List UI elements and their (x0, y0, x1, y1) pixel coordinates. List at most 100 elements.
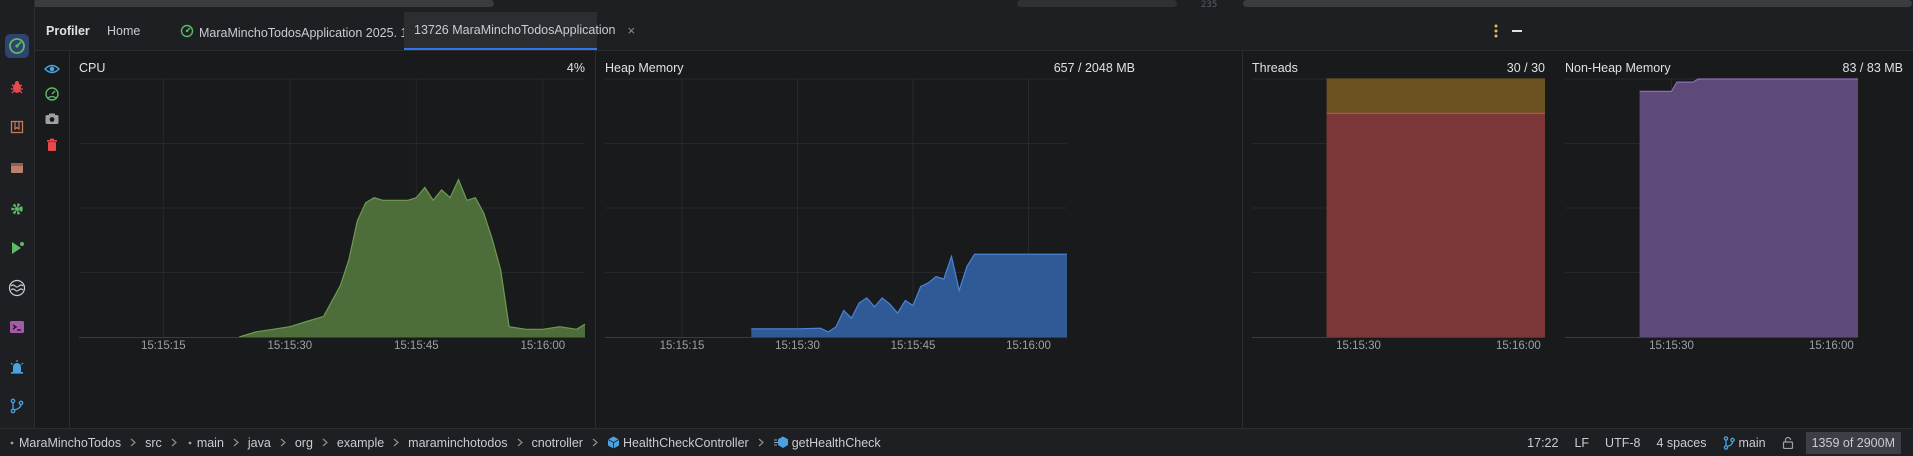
tab-home[interactable]: Home (94, 12, 153, 50)
minimize-icon[interactable] (1509, 23, 1525, 39)
profiler-title: Profiler (46, 24, 90, 38)
memory-indicator[interactable]: 1359 of 2900M (1805, 431, 1901, 454)
status-bar-widgets: 17:22 LF UTF-8 4 spaces main 1359 of 290… (1511, 429, 1901, 456)
profiler-side-toolbar (35, 51, 70, 428)
horizontal-scrollbar-left[interactable] (4, 0, 494, 7)
line-number: 235 (1201, 0, 1218, 10)
x-tick-label: 15:15:45 (891, 340, 936, 352)
breadcrumb-label: HealthCheckController (622, 435, 749, 450)
breadcrumb-item[interactable]: HealthCheckController (607, 436, 773, 450)
tab-live-process[interactable]: 13726 MaraMinchoTodosApplication × (404, 12, 635, 50)
x-tick-label: 15:16:00 (520, 340, 565, 352)
threads-chart-canvas: 15:15:30 15:16:00 (1252, 78, 1545, 352)
bookmarks-tool-icon[interactable] (5, 115, 29, 139)
x-tick-label: 15:15:30 (1336, 340, 1381, 352)
chart-title: CPU (79, 61, 106, 75)
x-tick-label: 15:15:30 (1649, 340, 1694, 352)
non-heap-memory-chart[interactable]: 15:15:30 15:16:00 Non-Heap Memory 83 / 83… (1555, 51, 1913, 428)
breadcrumb-item[interactable]: main (186, 436, 248, 450)
run-tool-icon[interactable] (5, 236, 29, 260)
editor-bottom-strip: 235 (4, 0, 1913, 12)
breadcrumb-label: example (336, 435, 385, 450)
grid (79, 78, 585, 337)
heap-memory-chart-canvas: 15:15:15 15:15:30 15:15:45 15:16:00 (605, 78, 1067, 352)
caret-position[interactable]: 17:22 (1527, 436, 1558, 450)
cpu-chart[interactable]: 15:15:15 15:15:30 15:15:45 15:16:00 CPU 4% (69, 51, 595, 428)
x-tick-label: 15:15:30 (775, 340, 820, 352)
non-heap-memory-chart-canvas: 15:15:30 15:16:00 (1565, 78, 1858, 352)
module-icon (186, 438, 194, 448)
breadcrumb-item[interactable]: cnotroller (532, 436, 607, 450)
breadcrumb-label: java (247, 435, 271, 450)
chevron-right-icon (517, 436, 523, 450)
breadcrumb-item[interactable]: org (295, 436, 337, 450)
horizontal-scrollbar-right[interactable] (1243, 0, 1912, 7)
tab-live-process-label: 13726 MaraMinchoTodosApplication (414, 23, 616, 37)
chevron-right-icon (592, 436, 598, 450)
breadcrumb-label: MaraMinchoTodos (19, 435, 122, 450)
terminal-tool-icon[interactable] (5, 315, 29, 339)
tab-home-label: Home (107, 24, 141, 38)
lock-icon[interactable] (1782, 436, 1794, 449)
trash-icon[interactable] (44, 137, 60, 153)
chart-value: 4% (566, 61, 585, 75)
breadcrumb-item[interactable]: maraminchotodos (408, 436, 531, 450)
git-tool-icon[interactable] (5, 394, 29, 418)
breadcrumb-item[interactable]: java (248, 436, 295, 450)
threads-chart[interactable]: 15:15:30 15:16:00 Threads 30 / 30 (1242, 51, 1555, 428)
x-tick-label: 15:15:15 (660, 340, 705, 352)
series-area (1326, 113, 1545, 338)
horizontal-scrollbar-middle[interactable] (1017, 0, 1177, 7)
breadcrumb-item[interactable]: example (337, 436, 408, 450)
chart-value: 83 / 83 MB (1842, 61, 1903, 75)
profiler-tool-icon[interactable] (5, 34, 29, 58)
breadcrumb-label: src (145, 435, 162, 450)
x-tick-label: 15:15:30 (267, 340, 312, 352)
breadcrumb-item[interactable]: src (145, 436, 186, 450)
chevron-right-icon (758, 436, 764, 450)
line-separator[interactable]: LF (1574, 436, 1589, 450)
breadcrumb-item[interactable]: getHealthCheck (773, 436, 881, 450)
camera-icon[interactable] (44, 111, 60, 127)
kebab-menu-icon[interactable] (1488, 23, 1504, 39)
close-icon[interactable]: × (628, 23, 636, 38)
x-tick-label: 15:16:00 (1496, 340, 1541, 352)
branch-name: main (1738, 435, 1766, 450)
chart-title: Threads (1252, 61, 1298, 75)
chevron-right-icon (280, 436, 286, 450)
debug-tool-icon[interactable] (5, 75, 29, 99)
series-area (1639, 79, 1858, 337)
file-encoding[interactable]: UTF-8 (1605, 436, 1640, 450)
status-bar: MaraMinchoTodos src main java org example mara… (0, 428, 1913, 456)
module-icon (8, 438, 16, 448)
indent-setting[interactable]: 4 spaces (1656, 436, 1706, 450)
chevron-right-icon (233, 436, 239, 450)
series-area (239, 179, 585, 337)
services-tool-icon[interactable] (5, 197, 29, 221)
cpu-chart-canvas: 15:15:15 15:15:30 15:15:45 15:16:00 (79, 78, 586, 352)
branch-icon (1723, 435, 1735, 450)
breadcrumb-label: getHealthCheck (791, 435, 881, 450)
tool-window-bar (0, 0, 35, 428)
git-branch-widget[interactable]: main (1723, 436, 1766, 450)
method-icon (773, 436, 789, 449)
profiler-attach-icon[interactable] (44, 86, 60, 102)
chevron-right-icon (393, 436, 400, 450)
breadcrumb-item[interactable]: MaraMinchoTodos (8, 436, 145, 450)
chart-value: 657 / 2048 MB (1053, 61, 1135, 75)
x-tick-label: 15:16:00 (1006, 340, 1051, 352)
breadcrumb-label: cnotroller (531, 435, 583, 450)
problems-tool-icon[interactable] (5, 355, 29, 379)
breadcrumb: MaraMinchoTodos src main java org example mara… (8, 429, 881, 456)
build-tool-icon[interactable] (5, 156, 29, 180)
x-tick-label: 15:16:00 (1809, 340, 1854, 352)
chevron-right-icon (171, 436, 177, 450)
breadcrumb-label: maraminchotodos (408, 435, 508, 450)
eye-icon[interactable] (44, 61, 60, 77)
chevron-right-icon (322, 436, 328, 450)
breadcrumb-label: org (294, 435, 313, 450)
x-tick-label: 15:15:45 (394, 340, 439, 352)
heap-memory-chart[interactable]: 15:15:15 15:15:30 15:15:45 15:16:00 Heap Me… (595, 51, 1145, 428)
chart-title: Non-Heap Memory (1565, 61, 1671, 75)
endpoints-tool-icon[interactable] (5, 276, 29, 300)
